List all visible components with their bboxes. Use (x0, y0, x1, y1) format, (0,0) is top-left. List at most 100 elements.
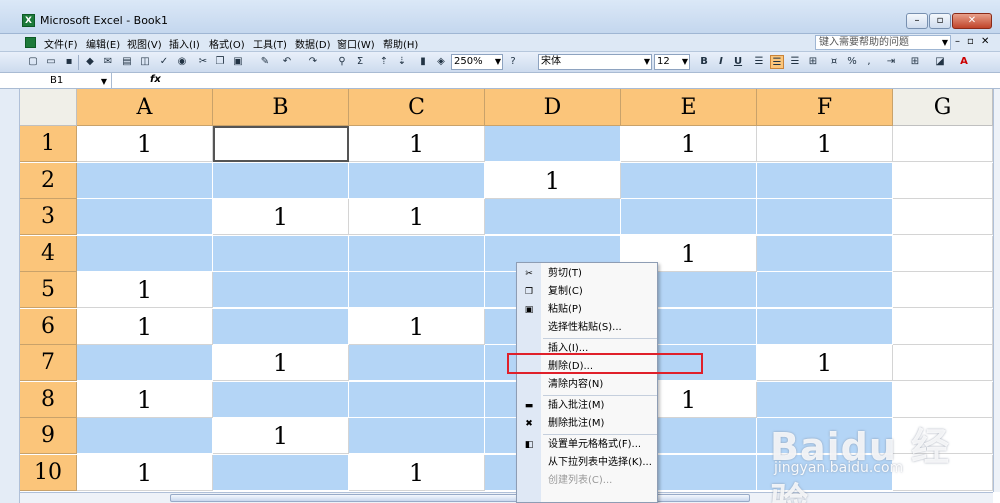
menu-help[interactable]: 帮助(H) (383, 36, 418, 51)
doc-restore-icon[interactable]: ▫ (967, 36, 974, 47)
column-header-d[interactable]: D (485, 89, 621, 126)
minimize-button[interactable]: – (906, 13, 928, 29)
undo-icon[interactable]: ↶ (280, 55, 294, 69)
menu-format[interactable]: 格式(O) (209, 36, 245, 51)
align-center-icon[interactable]: ☰ (770, 55, 784, 69)
cell-d2[interactable]: 1 (485, 162, 621, 199)
format-painter-icon[interactable]: ✎ (258, 55, 272, 69)
print-preview-icon[interactable]: ◫ (138, 55, 152, 69)
context-menu-item[interactable]: 选择性粘贴(S)... (517, 319, 657, 337)
cell-c8[interactable] (349, 381, 485, 418)
cell-b8[interactable] (213, 381, 349, 418)
row-header-10[interactable]: 10 (20, 454, 77, 491)
column-header-e[interactable]: E (621, 89, 757, 126)
context-menu-item[interactable]: 创建列表(C)... (517, 472, 657, 490)
cell-a8[interactable]: 1 (77, 381, 213, 418)
context-menu-item[interactable]: ▬ 插入批注(M) (517, 397, 657, 415)
cell-g2[interactable] (893, 162, 993, 199)
row-header-5[interactable]: 5 (20, 272, 77, 308)
fill-color-icon[interactable]: ◪ (933, 55, 947, 69)
align-right-icon[interactable]: ☰ (788, 55, 802, 69)
email-icon[interactable]: ✉ (101, 55, 115, 69)
cell-b7[interactable]: 1 (213, 345, 349, 381)
zoom-select[interactable]: 250% ▼ (451, 54, 503, 70)
doc-close-icon[interactable]: ✕ (981, 36, 989, 47)
cell-f6[interactable] (757, 308, 893, 345)
cell-b9[interactable]: 1 (213, 418, 349, 454)
column-header-c[interactable]: C (349, 89, 485, 126)
workbook-icon[interactable] (25, 37, 36, 48)
font-select[interactable]: 宋体 ▼ (538, 54, 652, 70)
menu-window[interactable]: 窗口(W) (337, 36, 375, 51)
cell-g3[interactable] (893, 199, 993, 235)
cell-b2[interactable] (213, 162, 349, 199)
row-header-1[interactable]: 1 (20, 126, 77, 162)
scrollbar-thumb[interactable] (170, 494, 750, 502)
copy-icon[interactable]: ❐ (213, 55, 227, 69)
cell-e1[interactable]: 1 (621, 126, 757, 162)
menu-tools[interactable]: 工具(T) (253, 36, 287, 51)
chevron-down-icon[interactable]: ▼ (644, 55, 650, 69)
cell-b6[interactable] (213, 308, 349, 345)
hyperlink-icon[interactable]: ⚲ (335, 55, 349, 69)
cell-c2[interactable] (349, 162, 485, 199)
cell-c9[interactable] (349, 418, 485, 454)
autosum-icon[interactable]: Σ (353, 55, 367, 69)
cell-g5[interactable] (893, 272, 993, 308)
column-header-a[interactable]: A (77, 89, 213, 126)
menu-data[interactable]: 数据(D) (295, 36, 331, 51)
restore-button[interactable]: ▫ (929, 13, 951, 29)
context-menu-item[interactable]: ◧ 设置单元格格式(F)... (517, 436, 657, 454)
context-menu-item[interactable]: 从下拉列表中选择(K)... (517, 454, 657, 472)
cell-b4[interactable] (213, 235, 349, 272)
row-header-9[interactable]: 9 (20, 418, 77, 454)
cell-f7[interactable]: 1 (757, 345, 893, 381)
cell-f4[interactable] (757, 235, 893, 272)
cell-f2[interactable] (757, 162, 893, 199)
select-all-corner[interactable] (20, 89, 77, 126)
percent-button[interactable]: % (845, 55, 859, 69)
name-box[interactable]: B1 ▼ (20, 73, 112, 88)
cell-g4[interactable] (893, 235, 993, 272)
chevron-down-icon[interactable]: ▼ (495, 55, 501, 69)
context-menu-item[interactable]: ▣ 粘贴(P) (517, 301, 657, 319)
row-header-3[interactable]: 3 (20, 199, 77, 235)
column-header-g[interactable]: G (893, 89, 993, 126)
cell-e3[interactable] (621, 199, 757, 235)
chart-wizard-icon[interactable]: ▮ (416, 55, 430, 69)
context-menu-item[interactable]: ❐ 复制(C) (517, 283, 657, 301)
chevron-down-icon[interactable]: ▼ (682, 55, 688, 69)
paste-icon[interactable]: ▣ (231, 55, 245, 69)
cell-a4[interactable] (77, 235, 213, 272)
context-menu-item[interactable]: ✖ 删除批注(M) (517, 415, 657, 433)
column-header-f[interactable]: F (757, 89, 893, 126)
row-header-4[interactable]: 4 (20, 235, 77, 272)
cell-b5[interactable] (213, 272, 349, 308)
chevron-down-icon[interactable]: ▼ (101, 74, 107, 89)
context-menu-item[interactable]: ✂ 剪切(T) (517, 265, 657, 283)
cell-g7[interactable] (893, 345, 993, 381)
cell-c5[interactable] (349, 272, 485, 308)
cell-c7[interactable] (349, 345, 485, 381)
cell-a6[interactable]: 1 (77, 308, 213, 345)
doc-minimize-icon[interactable]: – (955, 36, 960, 47)
cell-c1[interactable]: 1 (349, 126, 485, 162)
cell-a2[interactable] (77, 162, 213, 199)
cell-d1[interactable] (485, 126, 621, 162)
currency-icon[interactable]: ¤ (827, 55, 841, 69)
permission-icon[interactable]: ◆ (83, 55, 97, 69)
underline-button[interactable]: U (731, 55, 745, 69)
cell-c6[interactable]: 1 (349, 308, 485, 345)
chevron-down-icon[interactable]: ▼ (942, 36, 948, 49)
menu-view[interactable]: 视图(V) (127, 36, 162, 51)
menu-edit[interactable]: 编辑(E) (86, 36, 120, 51)
print-icon[interactable]: ▤ (120, 55, 134, 69)
font-color-icon[interactable]: A (957, 55, 971, 69)
insert-function-icon[interactable]: fx (150, 74, 161, 85)
cell-b3[interactable]: 1 (213, 199, 349, 235)
font-size-select[interactable]: 12 ▼ (654, 54, 690, 70)
cell-f3[interactable] (757, 199, 893, 235)
cell-e2[interactable] (621, 162, 757, 199)
cell-g1[interactable] (893, 126, 993, 162)
new-icon[interactable]: ▢ (26, 55, 40, 69)
